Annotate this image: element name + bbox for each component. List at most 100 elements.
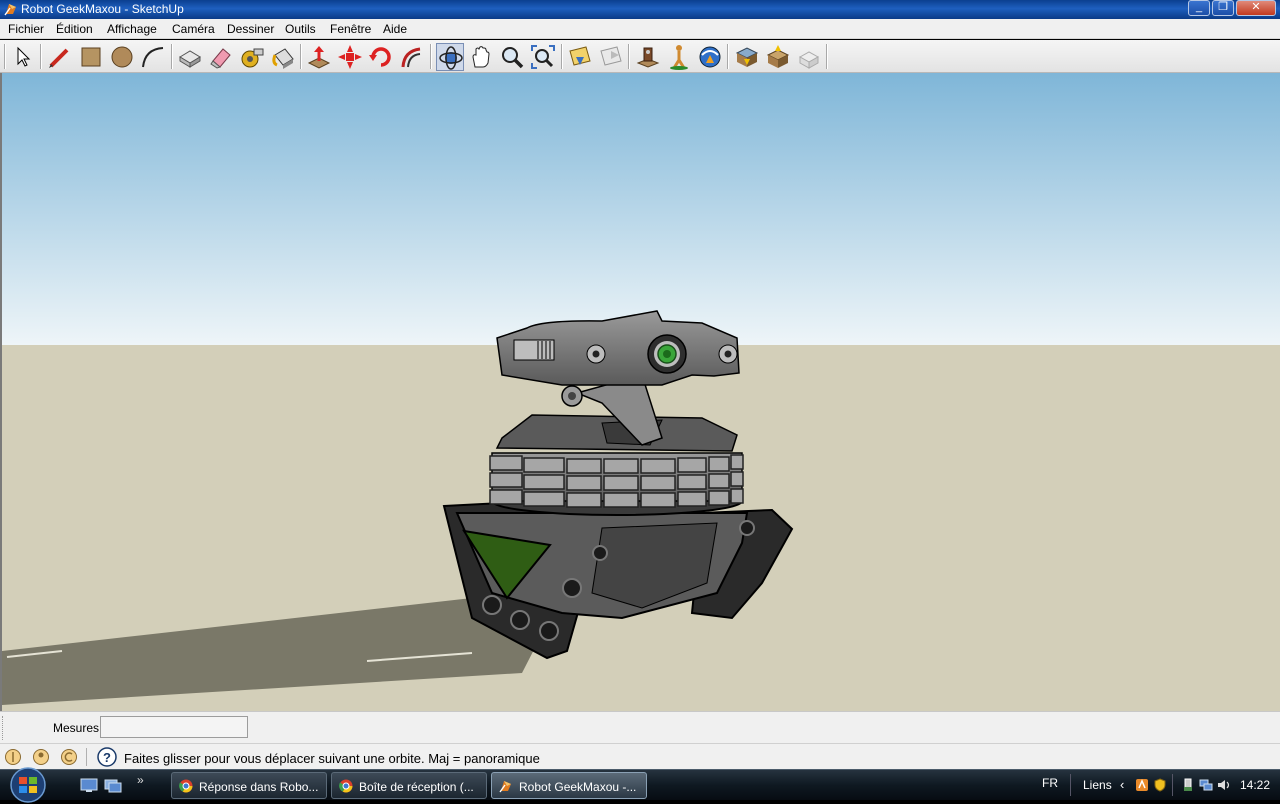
make-component-icon xyxy=(179,50,201,68)
rectangle-tool[interactable] xyxy=(77,43,105,71)
select-tool[interactable] xyxy=(8,43,36,71)
arc-tool[interactable] xyxy=(139,43,167,71)
move-tool[interactable] xyxy=(336,43,364,71)
follow-me-tool[interactable] xyxy=(398,43,426,71)
share-component-tool[interactable] xyxy=(795,43,823,71)
zoom-icon xyxy=(502,47,524,69)
position-camera-tool[interactable] xyxy=(634,43,662,71)
measurements-input[interactable] xyxy=(100,716,248,738)
make-component-tool[interactable] xyxy=(176,43,204,71)
task-sketchup[interactable]: Robot GeekMaxou -... xyxy=(491,772,647,799)
menu-fichier[interactable]: Fichier xyxy=(8,22,44,36)
help-icon[interactable]: ? xyxy=(97,747,117,767)
paint-bucket-tool[interactable] xyxy=(269,43,297,71)
task-chrome-inbox[interactable]: Boîte de réception (... xyxy=(331,772,487,799)
select-icon xyxy=(17,46,31,67)
model-viewport[interactable] xyxy=(0,73,1280,711)
menu-affichage[interactable]: Affichage xyxy=(107,22,157,36)
position-camera-icon xyxy=(636,47,660,68)
toolbar-grip xyxy=(2,716,6,740)
taskbar: » Réponse dans Robo... Boîte de réceptio… xyxy=(0,767,1280,803)
quick-launch-more[interactable]: » xyxy=(137,773,144,787)
look-around-icon xyxy=(699,46,721,68)
walk-tool[interactable] xyxy=(665,43,693,71)
main-toolbar xyxy=(0,40,1280,73)
tape-measure-icon xyxy=(241,48,264,68)
menu-camera[interactable]: Caméra xyxy=(172,22,215,36)
orbit-tool[interactable] xyxy=(436,43,464,71)
security-shield-icon[interactable] xyxy=(1153,778,1167,792)
title-bar: Robot GeekMaxou - SketchUp _ ❐ ✕ xyxy=(0,0,1280,19)
zoom-tool[interactable] xyxy=(498,43,526,71)
menu-edition[interactable]: Édition xyxy=(56,22,93,36)
window-title: Robot GeekMaxou - SketchUp xyxy=(21,2,184,16)
tray-app-icon[interactable] xyxy=(1135,778,1149,792)
follow-me-icon xyxy=(401,47,421,68)
switch-windows-icon[interactable] xyxy=(104,777,122,793)
system-clock[interactable]: 14:22 xyxy=(1240,778,1270,792)
previous-view-icon xyxy=(569,46,591,66)
next-view-tool[interactable] xyxy=(597,43,625,71)
menu-bar: Fichier Édition Affichage Caméra Dessine… xyxy=(0,19,1280,39)
rotate-tool[interactable] xyxy=(367,43,395,71)
sky xyxy=(2,73,1280,345)
maximize-button[interactable]: ❐ xyxy=(1212,0,1234,16)
close-button[interactable]: ✕ xyxy=(1236,0,1276,16)
links-toolbar[interactable]: Liens xyxy=(1083,778,1112,792)
usb-device-icon[interactable] xyxy=(1181,778,1195,792)
arc-icon xyxy=(142,47,164,68)
sketchup-app-icon[interactable] xyxy=(4,2,18,16)
credits-icon[interactable] xyxy=(32,748,50,766)
task-chrome-reponse[interactable]: Réponse dans Robo... xyxy=(171,772,327,799)
measurements-label: Mesures xyxy=(53,721,100,735)
share-component-icon xyxy=(798,51,820,69)
get-models-tool[interactable] xyxy=(733,43,761,71)
window-controls: _ ❐ ✕ xyxy=(1186,0,1276,18)
share-model-icon xyxy=(766,45,790,68)
move-icon xyxy=(338,45,362,69)
push-pull-tool[interactable] xyxy=(305,43,333,71)
minimize-button[interactable]: _ xyxy=(1188,0,1210,16)
pan-icon xyxy=(472,46,490,68)
svg-text:?: ? xyxy=(103,750,111,765)
menu-outils[interactable]: Outils xyxy=(285,22,316,36)
menu-dessiner[interactable]: Dessiner xyxy=(227,22,274,36)
next-view-icon xyxy=(600,46,622,66)
show-desktop-icon[interactable] xyxy=(80,777,98,793)
pencil-tool[interactable] xyxy=(46,43,74,71)
network-icon[interactable] xyxy=(1199,778,1213,792)
geo-location-icon[interactable] xyxy=(4,748,22,766)
paint-bucket-icon xyxy=(272,48,294,69)
language-indicator[interactable]: FR xyxy=(1042,776,1058,790)
menu-fenetre[interactable]: Fenêtre xyxy=(330,22,371,36)
circle-icon xyxy=(111,46,133,68)
zoom-extents-icon xyxy=(531,45,555,69)
eraser-icon xyxy=(210,48,231,69)
orbit-icon xyxy=(439,46,463,70)
rectangle-icon xyxy=(81,47,101,67)
get-models-icon xyxy=(735,47,759,67)
share-model-tool[interactable] xyxy=(764,43,792,71)
pan-tool[interactable] xyxy=(467,43,495,71)
previous-view-tool[interactable] xyxy=(566,43,594,71)
circle-tool[interactable] xyxy=(108,43,136,71)
look-around-tool[interactable] xyxy=(696,43,724,71)
rotate-icon xyxy=(369,47,391,67)
status-message: Faites glisser pour vous déplacer suivan… xyxy=(124,751,540,766)
links-expand-chevron-icon[interactable]: ‹ xyxy=(1120,777,1124,792)
measurements-bar: Mesures xyxy=(0,711,1280,743)
sketchup-icon xyxy=(499,781,511,793)
start-button[interactable] xyxy=(6,766,50,804)
tape-measure-tool[interactable] xyxy=(238,43,266,71)
push-pull-icon xyxy=(307,46,331,69)
menu-aide[interactable]: Aide xyxy=(383,22,407,36)
eraser-tool[interactable] xyxy=(207,43,235,71)
pencil-icon xyxy=(49,48,69,68)
user-icon[interactable] xyxy=(60,748,78,766)
volume-icon[interactable] xyxy=(1217,778,1231,792)
zoom-extents-tool[interactable] xyxy=(529,43,557,71)
status-bar: ? Faites glisser pour vous déplacer suiv… xyxy=(0,743,1280,769)
chrome-icon xyxy=(339,779,353,793)
chrome-icon xyxy=(179,779,193,793)
walk-icon xyxy=(670,45,688,70)
